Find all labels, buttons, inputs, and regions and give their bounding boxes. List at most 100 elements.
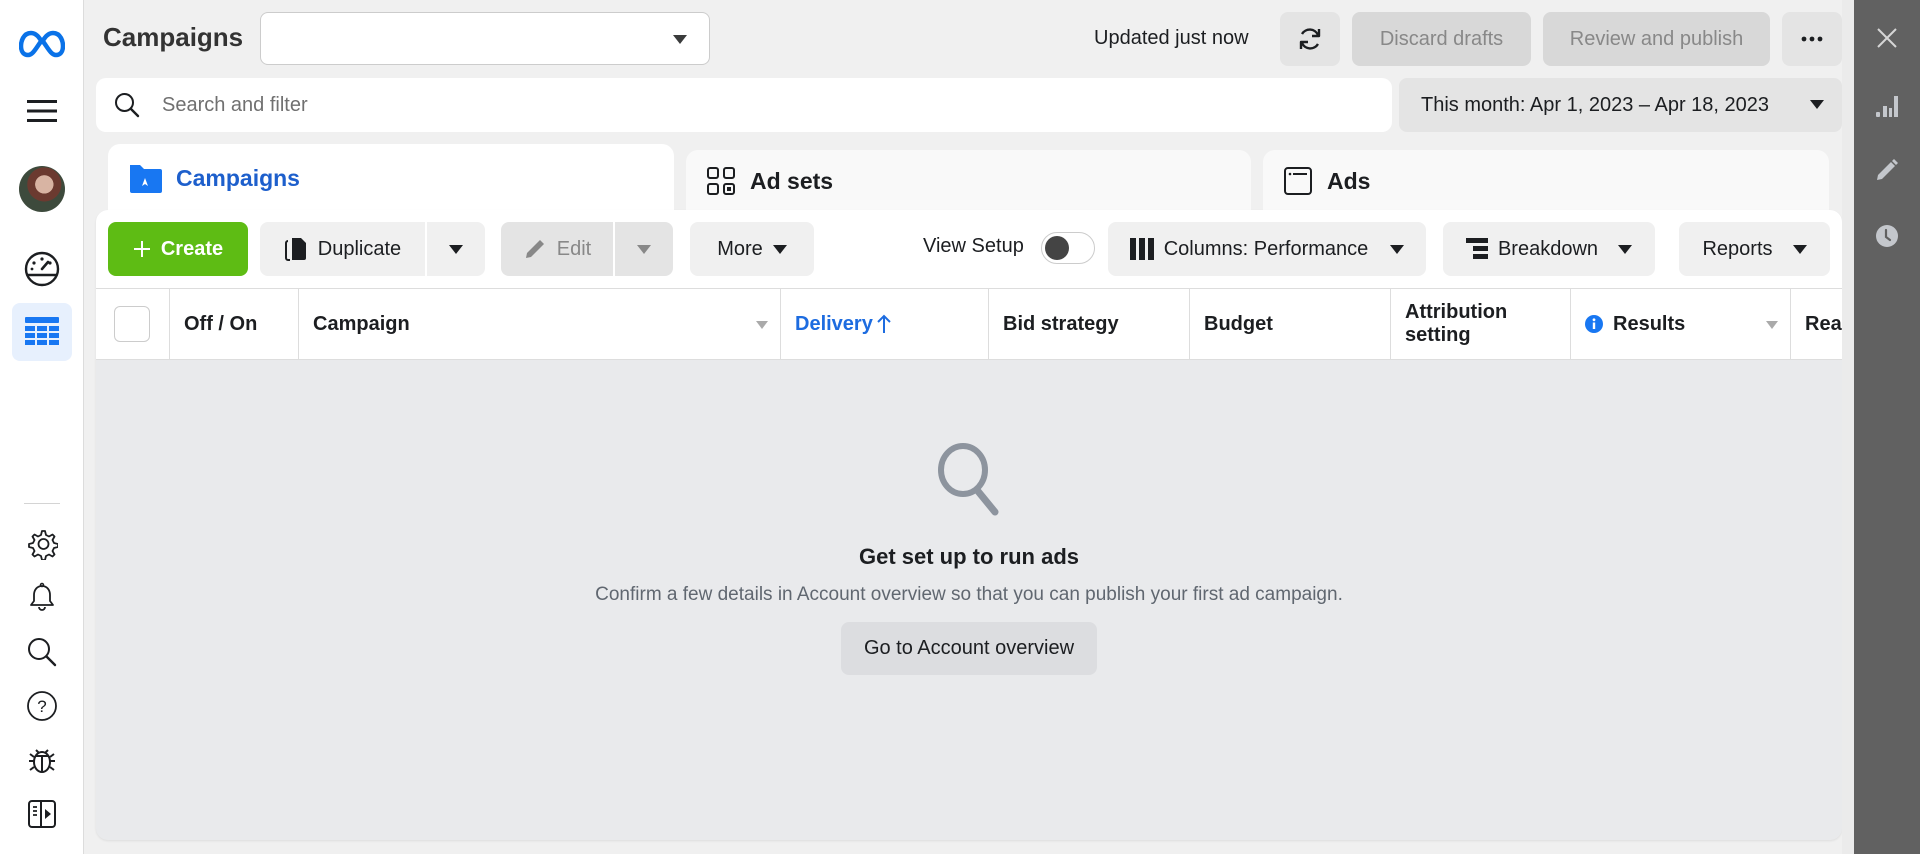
menu-icon[interactable] bbox=[12, 87, 72, 135]
edit-label: Edit bbox=[556, 237, 592, 260]
close-button[interactable] bbox=[1854, 16, 1920, 60]
column-header-reach[interactable]: Reach bbox=[1791, 289, 1842, 359]
column-header-off-on[interactable]: Off / On bbox=[170, 289, 299, 359]
tab-ad-sets[interactable]: Ad sets bbox=[686, 150, 1251, 212]
date-range-picker[interactable]: This month: Apr 1, 2023 – Apr 18, 2023 bbox=[1399, 78, 1842, 132]
chart-button[interactable] bbox=[1854, 84, 1920, 128]
column-header-delivery[interactable]: Delivery bbox=[781, 289, 989, 359]
duplicate-label: Duplicate bbox=[317, 237, 402, 260]
column-label: Campaign bbox=[313, 312, 410, 335]
help-icon[interactable]: ? bbox=[12, 682, 72, 730]
collapse-panel-icon[interactable] bbox=[12, 790, 72, 838]
columns-label: Columns: Performance bbox=[1163, 237, 1369, 260]
campaigns-table-icon[interactable] bbox=[12, 303, 72, 361]
campaigns-panel: Create Duplicate Edit More View Setup Co… bbox=[96, 210, 1842, 840]
column-label: Delivery bbox=[795, 312, 873, 335]
column-menu-caret-icon[interactable] bbox=[1766, 321, 1778, 329]
create-label: Create bbox=[160, 237, 224, 260]
column-header-budget[interactable]: Budget bbox=[1190, 289, 1391, 359]
column-header-results[interactable]: Results bbox=[1571, 289, 1791, 359]
campaign-folder-icon bbox=[130, 165, 162, 193]
edit-button[interactable] bbox=[1854, 148, 1920, 192]
empty-search-icon bbox=[929, 438, 1009, 518]
more-options-button[interactable] bbox=[1782, 12, 1842, 66]
settings-gear-icon[interactable] bbox=[12, 520, 72, 568]
date-range-label: This month: Apr 1, 2023 – Apr 18, 2023 bbox=[1421, 93, 1770, 116]
svg-text:?: ? bbox=[37, 697, 46, 716]
empty-state: Get set up to run ads Confirm a few deta… bbox=[96, 360, 1842, 675]
more-label: More bbox=[717, 237, 763, 260]
meta-logo-icon[interactable] bbox=[12, 20, 72, 68]
reports-dropdown[interactable]: Reports bbox=[1679, 222, 1830, 276]
edit-options-dropdown[interactable] bbox=[615, 222, 673, 276]
tab-label: Campaigns bbox=[176, 164, 300, 191]
ads-manager-app: ? Campaigns Updated just now Discard dra… bbox=[0, 0, 1920, 854]
toggle-knob bbox=[1045, 236, 1069, 260]
edit-button[interactable]: Edit bbox=[501, 222, 613, 276]
edit-pencil-icon bbox=[1877, 159, 1898, 180]
more-dropdown-button[interactable]: More bbox=[690, 222, 814, 276]
column-header-attribution-setting[interactable]: Attribution setting bbox=[1391, 289, 1571, 359]
duplicate-options-dropdown[interactable] bbox=[427, 222, 485, 276]
chevron-down-icon bbox=[1390, 244, 1405, 254]
table-header: Off / On Campaign Delivery Bid strategy … bbox=[96, 288, 1842, 360]
column-menu-caret-icon[interactable] bbox=[756, 321, 768, 329]
column-select-all bbox=[96, 289, 170, 359]
account-avatar[interactable] bbox=[12, 164, 72, 214]
updated-status: Updated just now bbox=[1094, 27, 1249, 49]
go-to-account-overview-button[interactable]: Go to Account overview bbox=[840, 622, 1098, 675]
column-label: Results bbox=[1613, 312, 1686, 335]
tab-label: Ads bbox=[1327, 167, 1371, 194]
history-clock-icon bbox=[1876, 225, 1898, 247]
chevron-down-icon bbox=[637, 244, 651, 254]
chevron-down-icon bbox=[1792, 244, 1807, 254]
chart-icon bbox=[1876, 96, 1898, 117]
ad-window-icon bbox=[1284, 167, 1312, 195]
plus-icon bbox=[133, 241, 150, 257]
empty-state-message: Confirm a few details in Account overvie… bbox=[595, 584, 1343, 605]
columns-dropdown[interactable]: Columns: Performance bbox=[1108, 222, 1426, 276]
history-button[interactable] bbox=[1854, 214, 1920, 258]
info-icon[interactable] bbox=[1585, 315, 1603, 333]
discard-drafts-button[interactable]: Discard drafts bbox=[1352, 12, 1531, 66]
page-title: Campaigns bbox=[103, 22, 244, 52]
search-and-filter-bar bbox=[96, 78, 1392, 132]
column-header-bid-strategy[interactable]: Bid strategy bbox=[989, 289, 1190, 359]
search-input[interactable] bbox=[162, 93, 1262, 117]
column-header-campaign[interactable]: Campaign bbox=[299, 289, 781, 359]
search-icon bbox=[112, 90, 142, 120]
chevron-down-icon bbox=[1618, 244, 1633, 254]
search-icon[interactable] bbox=[12, 628, 72, 676]
edit-pencil-icon bbox=[525, 240, 544, 258]
notifications-bell-icon[interactable] bbox=[12, 574, 72, 622]
chevron-down-icon bbox=[772, 244, 787, 254]
dashboard-gauge-icon[interactable] bbox=[12, 245, 72, 293]
chevron-down-icon bbox=[673, 35, 687, 44]
account-select[interactable] bbox=[260, 12, 710, 65]
campaigns-toolbar: Create Duplicate Edit More View Setup Co… bbox=[96, 210, 1842, 288]
right-gutter bbox=[1842, 0, 1854, 854]
sort-ascending-icon bbox=[877, 314, 891, 333]
breakdown-icon bbox=[1465, 238, 1488, 259]
empty-state-title: Get set up to run ads bbox=[858, 544, 1080, 569]
nav-divider bbox=[24, 503, 60, 504]
close-icon bbox=[1877, 28, 1897, 48]
duplicate-button[interactable]: Duplicate bbox=[260, 222, 425, 276]
reports-label: Reports bbox=[1702, 237, 1773, 260]
view-setup-toggle[interactable] bbox=[1041, 232, 1095, 264]
select-all-checkbox[interactable] bbox=[114, 306, 150, 342]
breakdown-label: Breakdown bbox=[1497, 237, 1599, 260]
breakdown-dropdown[interactable]: Breakdown bbox=[1443, 222, 1655, 276]
tab-campaigns[interactable]: Campaigns bbox=[108, 144, 674, 220]
left-navigation: ? bbox=[0, 0, 84, 854]
refresh-button[interactable] bbox=[1280, 12, 1340, 66]
view-setup-label: View Setup bbox=[923, 235, 1024, 257]
columns-icon bbox=[1129, 238, 1154, 260]
adsets-grid-icon bbox=[707, 167, 735, 195]
bug-report-icon[interactable] bbox=[12, 736, 72, 784]
create-button[interactable]: Create bbox=[108, 222, 248, 276]
chevron-down-icon bbox=[449, 244, 463, 254]
tab-ads[interactable]: Ads bbox=[1263, 150, 1829, 212]
review-and-publish-button[interactable]: Review and publish bbox=[1543, 12, 1770, 66]
avatar bbox=[19, 166, 65, 212]
